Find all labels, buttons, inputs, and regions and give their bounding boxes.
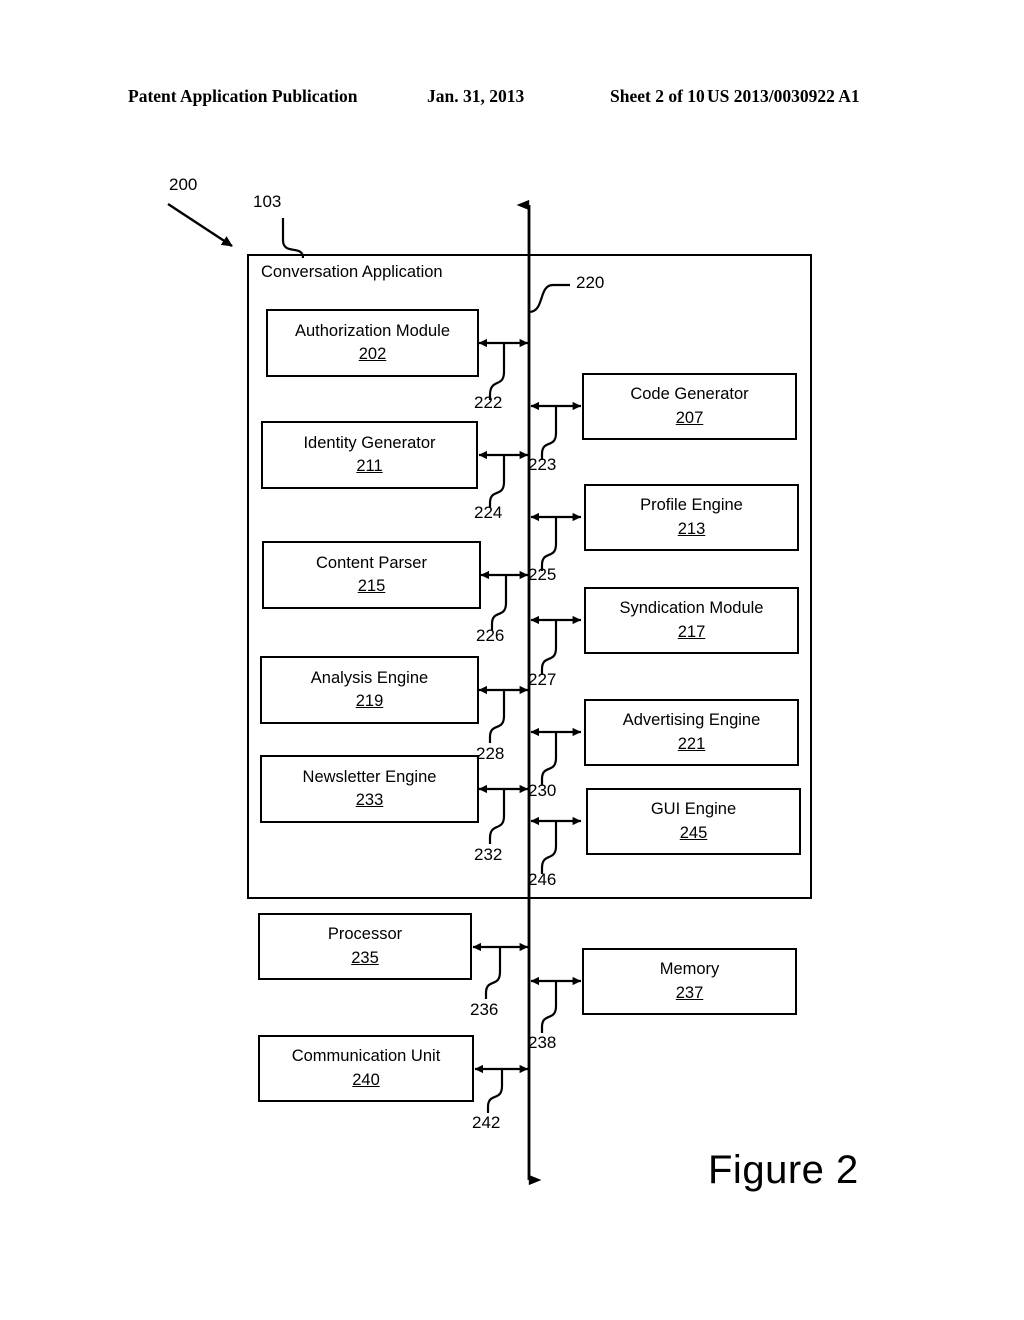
- ref-223: 223: [528, 455, 557, 474]
- block-profile-engine: Profile Engine 213: [584, 484, 799, 551]
- block-label: Content Parser: [316, 553, 427, 572]
- block-processor: Processor 235: [258, 913, 472, 980]
- block-number: 211: [356, 457, 383, 475]
- ref-228: 228: [476, 744, 505, 763]
- block-syndication-module: Syndication Module 217: [584, 587, 799, 654]
- block-number: 245: [679, 823, 708, 842]
- block-code-generator: Code Generator 207: [582, 373, 797, 440]
- block-label: Processor: [327, 925, 403, 944]
- block-authorization-module: Authorization Module 202: [266, 309, 479, 377]
- ref-103: 103: [253, 192, 282, 211]
- block-gui-engine: GUI Engine 245: [586, 788, 801, 855]
- block-number: 202: [358, 345, 387, 363]
- block-identity-generator: Identity Generator 211: [261, 421, 478, 489]
- block-advertising-engine: Advertising Engine 221: [584, 699, 799, 766]
- block-label: GUI Engine: [650, 800, 737, 819]
- ref-200: 200: [169, 175, 198, 194]
- block-number: 235: [351, 948, 379, 967]
- block-label: Analysis Engine: [310, 668, 429, 687]
- block-number: 237: [675, 983, 704, 1002]
- block-label: Identity Generator: [303, 433, 436, 452]
- block-label: Newsletter Engine: [302, 767, 437, 786]
- block-number: 217: [677, 622, 706, 641]
- ref-236: 236: [470, 1000, 499, 1019]
- container-title: Conversation Application: [261, 263, 443, 281]
- ref-246: 246: [528, 870, 557, 889]
- connector-238: [530, 976, 582, 1033]
- block-number: 219: [355, 692, 384, 710]
- ref-224: 224: [474, 503, 503, 522]
- block-number: 240: [352, 1070, 380, 1089]
- ref-220: 220: [576, 273, 605, 292]
- block-number: 213: [677, 519, 706, 538]
- ref-242: 242: [472, 1113, 501, 1132]
- figure-caption: Figure 2: [708, 1148, 859, 1192]
- block-content-parser: Content Parser 215: [262, 541, 481, 609]
- block-number: 233: [355, 791, 384, 809]
- connector-236: [472, 942, 529, 999]
- ref-222: 222: [474, 393, 503, 412]
- block-label: Communication Unit: [291, 1047, 441, 1066]
- ref-238: 238: [528, 1033, 557, 1052]
- block-communication-unit: Communication Unit 240: [258, 1035, 474, 1102]
- ref-232: 232: [474, 845, 503, 864]
- ref-230: 230: [528, 781, 557, 800]
- ref-225: 225: [528, 565, 557, 584]
- block-label: Syndication Module: [619, 599, 764, 618]
- block-newsletter-engine: Newsletter Engine 233: [260, 755, 479, 823]
- block-analysis-engine: Analysis Engine 219: [260, 656, 479, 724]
- block-label: Authorization Module: [294, 321, 450, 340]
- block-label: Profile Engine: [640, 496, 743, 515]
- connector-242: [474, 1064, 529, 1113]
- block-label: Memory: [659, 960, 720, 979]
- patent-figure-page: Patent Application Publication Jan. 31, …: [0, 0, 1024, 1320]
- leader-103: [281, 218, 305, 259]
- block-label: Code Generator: [630, 385, 749, 404]
- block-label: Advertising Engine: [622, 711, 761, 730]
- block-number: 221: [677, 734, 706, 753]
- ref-226: 226: [476, 626, 505, 645]
- pointer-200: [167, 202, 233, 248]
- ref-227: 227: [528, 670, 557, 689]
- block-number: 215: [357, 577, 386, 595]
- block-number: 207: [675, 408, 704, 427]
- block-memory: Memory 237: [582, 948, 797, 1015]
